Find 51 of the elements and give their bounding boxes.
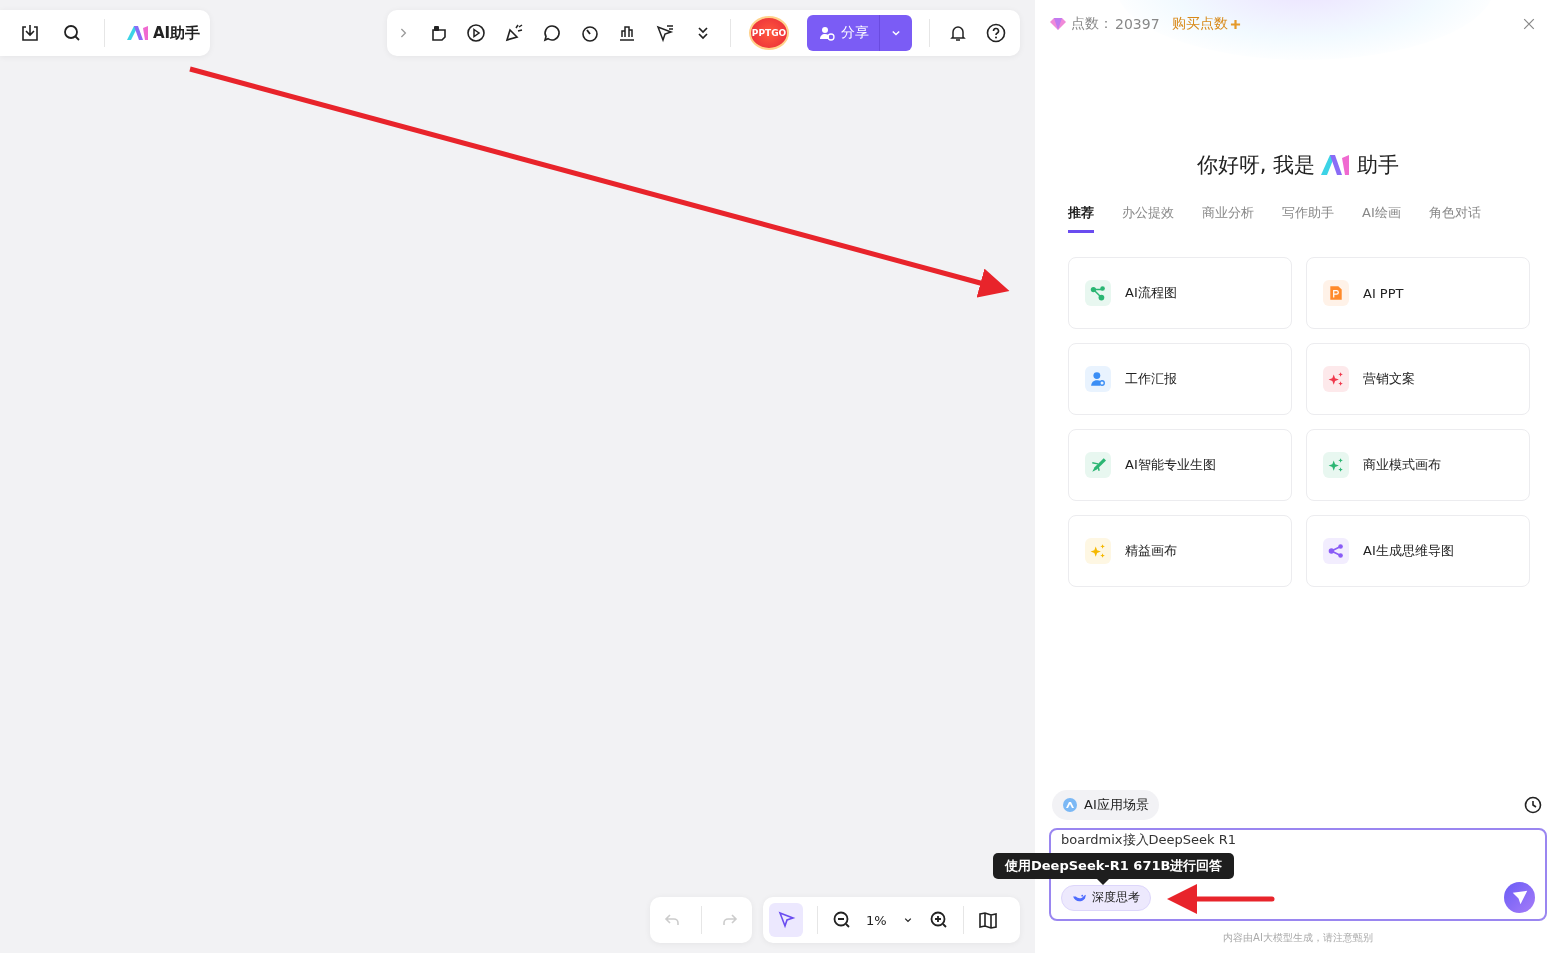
history-icon[interactable] <box>1523 795 1543 815</box>
map-icon[interactable] <box>977 910 998 930</box>
user-avatar[interactable]: PPTGO <box>749 16 790 50</box>
help-icon[interactable] <box>985 23 1006 43</box>
greeting-text: 你好呀, 我是 <box>1196 152 1316 179</box>
ai-assistant-button[interactable]: AI助手 <box>127 23 201 43</box>
play-icon[interactable] <box>466 23 487 43</box>
comment-icon[interactable] <box>541 23 562 43</box>
message-input[interactable]: boardmix接入DeepSeek R1 <box>1061 831 1535 849</box>
zoom-in-icon[interactable] <box>928 910 949 930</box>
logo-icon <box>1062 797 1078 813</box>
feature-card[interactable]: 营销文案 <box>1306 343 1530 415</box>
points-label: 点数： <box>1071 15 1113 33</box>
timer-icon[interactable] <box>579 23 600 43</box>
deep-think-button[interactable]: 深度思考 <box>1061 884 1151 911</box>
category-tab[interactable]: 推荐 <box>1068 204 1094 233</box>
party-popper-icon[interactable] <box>504 23 525 43</box>
tooltip: 使用DeepSeek-R1 671B进行回答 <box>993 853 1235 879</box>
category-tab[interactable]: 商业分析 <box>1202 204 1254 233</box>
feature-card[interactable]: AI流程图 <box>1068 257 1292 329</box>
bell-icon[interactable] <box>948 23 969 43</box>
logo-icon <box>127 26 149 40</box>
category-tab[interactable]: 角色对话 <box>1428 204 1481 233</box>
close-icon[interactable] <box>1521 16 1537 32</box>
disclaimer-text: 内容由AI大模型生成，请注意甄别 <box>1222 931 1374 945</box>
tooltip-pointer <box>1097 879 1109 885</box>
share-button[interactable]: 分享 <box>806 15 880 51</box>
logo-icon <box>1321 155 1352 175</box>
select-tool[interactable] <box>769 903 803 937</box>
download-icon[interactable] <box>20 23 40 43</box>
feature-card[interactable]: 商业模式画布 <box>1306 429 1530 501</box>
category-tab[interactable]: AI绘画 <box>1362 204 1401 233</box>
feature-card[interactable]: AI PPT <box>1306 257 1530 329</box>
whale-icon <box>1072 892 1087 903</box>
category-tab[interactable]: 写作助手 <box>1282 204 1334 233</box>
zoom-level[interactable]: 1% <box>866 912 887 928</box>
feature-card[interactable]: AI生成思维导图 <box>1306 515 1530 587</box>
zoom-out-icon[interactable] <box>832 910 852 930</box>
gem-icon <box>1049 17 1067 31</box>
feature-card[interactable]: 工作汇报 <box>1068 343 1292 415</box>
send-button[interactable] <box>1504 882 1535 913</box>
add-user-icon <box>818 25 835 41</box>
greeting-text: 助手 <box>1357 152 1400 179</box>
cursor-lines-icon[interactable] <box>654 23 675 43</box>
cursor-icon <box>776 910 796 930</box>
feature-card[interactable]: AI智能专业生图 <box>1068 429 1292 501</box>
points-value: 20397 <box>1115 16 1160 32</box>
feature-card[interactable]: 精益画布 <box>1068 515 1292 587</box>
category-tab[interactable]: 办公提效 <box>1122 204 1174 233</box>
search-icon[interactable] <box>62 23 82 43</box>
ai-scenes-button[interactable]: AI应用场景 <box>1052 790 1159 820</box>
